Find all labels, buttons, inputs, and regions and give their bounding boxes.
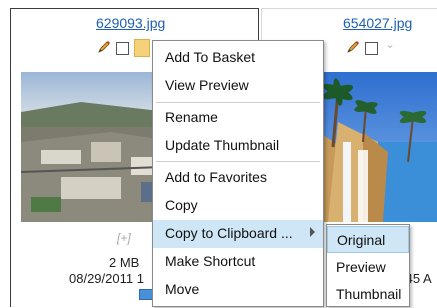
clipboard-submenu: Original Preview Thumbnail — [326, 224, 410, 307]
menu-separator — [156, 102, 320, 103]
file-date: 08/29/2011 1 — [69, 271, 144, 286]
menu-item-copy[interactable]: Copy — [153, 192, 323, 220]
expand-details-link[interactable]: [+] — [117, 231, 131, 245]
menu-item-view-preview[interactable]: View Preview — [153, 72, 323, 100]
asset-filename-link[interactable]: 629093.jpg — [96, 15, 165, 31]
menu-item-make-shortcut[interactable]: Make Shortcut — [153, 248, 323, 276]
chevron-down-icon: ⌄ — [385, 37, 396, 51]
menu-item-rename[interactable]: Rename — [153, 104, 323, 132]
asset-context-menu: Add To Basket View Preview Rename Update… — [152, 40, 324, 307]
pencil-icon[interactable] — [96, 39, 112, 60]
menu-item-add-to-favorites[interactable]: Add to Favorites — [153, 164, 323, 192]
submenu-item-original[interactable]: Original — [327, 226, 409, 253]
select-checkbox[interactable] — [116, 42, 129, 55]
file-size: 2 MB — [109, 255, 140, 270]
menu-item-add-to-basket[interactable]: Add To Basket — [153, 44, 323, 72]
asset-thumbnail[interactable] — [318, 72, 437, 222]
submenu-item-thumbnail[interactable]: Thumbnail — [327, 281, 409, 308]
menu-item-move[interactable]: Move — [153, 276, 323, 304]
submenu-item-preview[interactable]: Preview — [327, 254, 409, 281]
asset-filename-link[interactable]: 654027.jpg — [343, 15, 412, 31]
select-checkbox[interactable] — [365, 42, 378, 55]
menu-toggle-button[interactable]: ⌄ — [383, 37, 399, 57]
menu-item-copy-to-clipboard[interactable]: Copy to Clipboard ... — [153, 220, 323, 248]
menu-separator — [156, 161, 320, 162]
pencil-icon[interactable] — [345, 39, 361, 60]
menu-item-update-thumbnail[interactable]: Update Thumbnail — [153, 132, 323, 160]
menu-toggle-button[interactable] — [134, 39, 150, 57]
image-file-icon — [139, 289, 153, 300]
caret-right-icon — [310, 227, 315, 237]
